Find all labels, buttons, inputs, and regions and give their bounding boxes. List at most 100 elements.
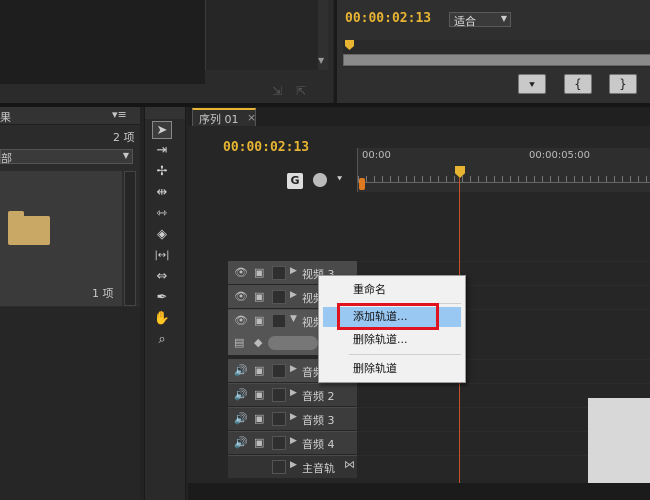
track-target-box[interactable] [272, 266, 286, 280]
project-tab[interactable]: 果 ▾≡ [0, 107, 140, 125]
lock-icon[interactable]: ▣ [254, 412, 264, 425]
expand-triangle-icon[interactable]: ▶ [290, 436, 297, 446]
track-target-box[interactable] [272, 436, 286, 450]
expand-triangle-icon[interactable]: ▶ [290, 364, 297, 374]
source-scrollbar[interactable]: ▼ [318, 0, 328, 70]
tools-panel-header [145, 107, 185, 119]
track-target-box[interactable] [272, 290, 286, 304]
project-panel: 果 ▾≡ 2 项 部 ▼ 1 项 [0, 107, 140, 500]
timeline-bottom-bar [188, 483, 650, 500]
marker-button[interactable]: ⯆ [518, 74, 546, 94]
display-style-icon[interactable]: ▤ [234, 336, 244, 349]
expand-triangle-icon[interactable]: ▶ [290, 266, 297, 276]
pen-tool-icon[interactable]: ✒ [152, 289, 172, 307]
speaker-icon[interactable]: 🔊 [234, 364, 248, 377]
zoom-select[interactable]: 适合 ▼ [449, 12, 511, 28]
track-select-tool-icon[interactable]: ⇥ [152, 142, 172, 160]
lock-icon[interactable]: ▣ [254, 364, 264, 377]
project-lower-area [0, 307, 140, 500]
track-header-audio3[interactable]: 🔊 ▣ ▶ 音频 3 [228, 407, 357, 430]
project-scrollbar[interactable] [124, 171, 136, 306]
work-area-start-icon[interactable] [359, 178, 365, 190]
close-icon[interactable]: × [247, 111, 256, 124]
track-header-audio4[interactable]: 🔊 ▣ ▶ 音频 4 [228, 431, 357, 454]
lock-icon[interactable]: ▣ [254, 290, 264, 303]
track-label-audio2: 音频 2 [302, 390, 335, 403]
expand-triangle-icon[interactable]: ▶ [290, 388, 297, 398]
scroll-down-arrow-icon[interactable]: ▼ [318, 56, 324, 65]
menu-item-delete-tracks-dialog[interactable]: 删除轨道... [323, 330, 461, 350]
project-filter-value: 部 [1, 152, 12, 165]
rate-stretch-tool-icon[interactable]: ⇿ [152, 205, 172, 223]
menu-separator [349, 354, 461, 355]
ruler-baseline [358, 182, 650, 183]
slide-tool-icon[interactable]: ⇔ [152, 268, 172, 286]
source-monitor-viewer [0, 0, 205, 84]
ruler-label-5s: 00:00:05:00 [529, 150, 591, 161]
expand-triangle-icon[interactable]: ▶ [290, 412, 297, 422]
project-item-count: 2 项 [113, 131, 135, 144]
tab-sequence-01[interactable]: 序列 01 × [192, 108, 256, 126]
timeline-header-left [188, 126, 357, 198]
time-ruler[interactable]: 00:00 00:00:05:00 [357, 148, 650, 192]
speaker-icon[interactable]: 🔊 [234, 388, 248, 401]
zoom-select-value: 适合 [454, 15, 476, 28]
snap-icon[interactable]: G [287, 173, 303, 189]
track-label-master: 主音轨 [302, 462, 335, 475]
source-monitor-right-area [205, 0, 323, 70]
eye-icon[interactable]: 👁 [234, 266, 248, 279]
track-target-box[interactable] [272, 412, 286, 426]
menu-item-delete-track[interactable]: 删除轨道 [323, 359, 461, 379]
lock-icon[interactable]: ▣ [254, 314, 264, 327]
program-timecode[interactable]: 00:00:02:13 [345, 11, 431, 26]
track-header-audio2[interactable]: 🔊 ▣ ▶ 音频 2 [228, 383, 357, 406]
track-target-box[interactable] [272, 314, 286, 328]
timeline-tab-strip [188, 107, 650, 126]
mark-in-button[interactable]: { [564, 74, 592, 94]
mini-ruler-bar [343, 54, 650, 66]
project-filter-select[interactable]: 部 ▼ [0, 149, 133, 165]
track-header-master[interactable]: ▶ 主音轨 ⋈ [228, 455, 357, 478]
track-label-audio3: 音频 3 [302, 414, 335, 427]
collapse-triangle-icon[interactable]: ▼ [290, 314, 297, 324]
overlay-icon[interactable]: ⇱ [296, 84, 306, 98]
add-marker-icon[interactable]: ⯆ [336, 175, 343, 185]
insert-icon[interactable]: ⇲ [272, 84, 282, 98]
project-tab-label: 果 [0, 111, 11, 124]
bin-item-count: 1 项 [92, 287, 114, 300]
speaker-icon[interactable]: 🔊 [234, 412, 248, 425]
lock-icon[interactable]: ▣ [254, 266, 264, 279]
razor-tool-icon[interactable]: ◈ [152, 226, 172, 244]
selection-tool-icon[interactable]: ➤ [152, 121, 172, 139]
eye-icon[interactable]: 👁 [234, 314, 248, 327]
track-target-box[interactable] [272, 388, 286, 402]
folder-icon[interactable] [8, 211, 50, 245]
ripple-edit-tool-icon[interactable]: ✢ [152, 163, 172, 181]
panel-menu-icon[interactable]: ▾≡ [112, 108, 127, 121]
track-target-box[interactable] [272, 364, 286, 378]
mark-out-button[interactable]: } [609, 74, 637, 94]
zoom-tool-icon[interactable]: ⌕ [152, 331, 172, 349]
lock-icon[interactable]: ▣ [254, 436, 264, 449]
expand-triangle-icon[interactable]: ▶ [290, 290, 297, 300]
opacity-pill[interactable] [268, 336, 318, 350]
track-target-box[interactable] [272, 460, 286, 474]
sequence-timecode[interactable]: 00:00:02:13 [223, 140, 309, 155]
source-monitor: ▼ ⇲ ⇱ [0, 0, 333, 103]
chevron-down-icon: ▼ [122, 151, 129, 160]
program-mini-ruler[interactable] [343, 40, 650, 68]
lock-icon[interactable]: ▣ [254, 388, 264, 401]
speaker-icon[interactable]: 🔊 [234, 436, 248, 449]
slip-tool-icon[interactable]: |↔| [152, 247, 172, 265]
track-label-audio4: 音频 4 [302, 438, 335, 451]
expand-triangle-icon[interactable]: ▶ [290, 460, 297, 470]
rolling-edit-tool-icon[interactable]: ⇹ [152, 184, 172, 202]
keyframe-icon[interactable]: ◆ [254, 336, 262, 349]
playhead-marker-icon[interactable] [345, 40, 354, 50]
hand-tool-icon[interactable]: ✋ [152, 310, 172, 328]
annotation-highlight-box [337, 303, 439, 330]
menu-item-rename[interactable]: 重命名 [323, 280, 461, 300]
master-output-icon[interactable]: ⋈ [344, 458, 355, 471]
link-icon[interactable] [313, 173, 327, 187]
eye-icon[interactable]: 👁 [234, 290, 248, 303]
